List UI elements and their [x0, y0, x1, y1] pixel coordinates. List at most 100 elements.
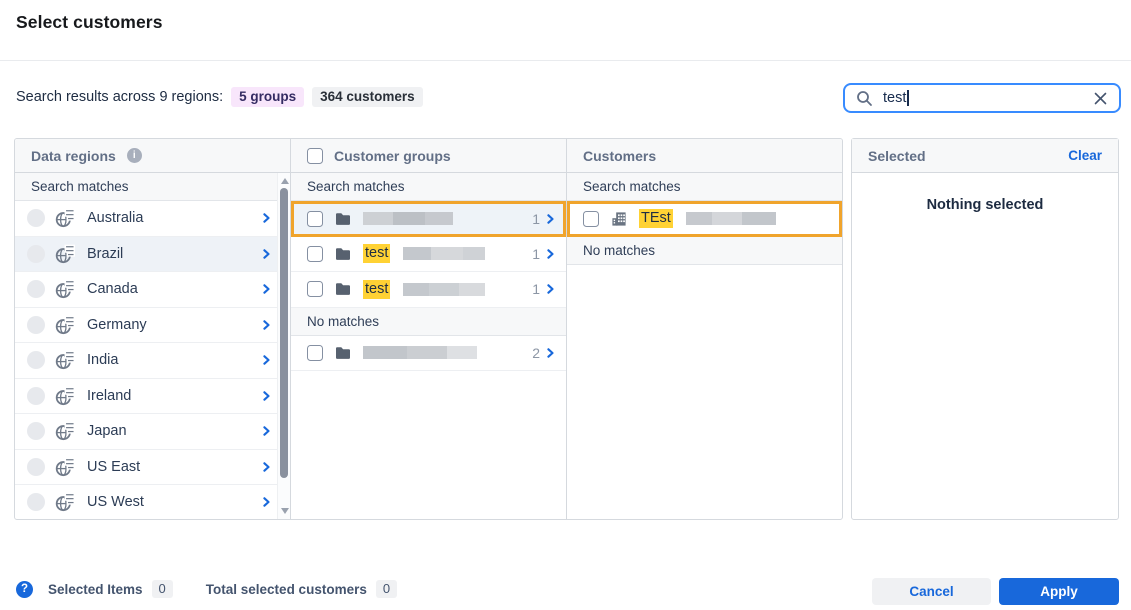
selected-items-count-badge: 0	[152, 580, 173, 598]
group-row[interactable]: 1	[291, 201, 566, 237]
region-radio[interactable]	[27, 387, 45, 405]
regions-subheader-label: Search matches	[15, 173, 290, 201]
info-icon[interactable]: i	[127, 148, 142, 163]
child-count: 1	[532, 246, 540, 262]
apply-button[interactable]: Apply	[999, 578, 1119, 605]
globe-icon	[55, 244, 75, 264]
customers-header: Customers	[567, 139, 842, 173]
globe-icon	[55, 279, 75, 299]
globe-icon	[55, 421, 75, 441]
region-label: Japan	[87, 423, 127, 439]
page-title: Select customers	[16, 12, 163, 33]
section-label: Search matches	[567, 173, 842, 201]
region-row[interactable]: Australia	[15, 201, 290, 237]
empty-selection-text: Nothing selected	[852, 197, 1118, 213]
row-checkbox[interactable]	[583, 211, 599, 227]
search-summary-label: Search results across 9 regions:	[16, 89, 223, 105]
child-count: 1	[532, 211, 540, 227]
chevron-right-icon[interactable]	[547, 284, 554, 294]
row-checkbox[interactable]	[307, 246, 323, 262]
regions-list: Australia Brazil Canada Germany India Ireland…	[15, 201, 290, 520]
text-cursor	[907, 90, 909, 106]
customer-groups-title: Customer groups	[334, 148, 451, 164]
row-checkbox[interactable]	[307, 281, 323, 297]
scrollbar-thumb[interactable]	[280, 188, 288, 478]
row-checkbox[interactable]	[307, 345, 323, 361]
region-radio[interactable]	[27, 422, 45, 440]
groups-sections: Search matches1test1test1No matches2	[291, 173, 566, 371]
row-checkbox[interactable]	[307, 211, 323, 227]
chevron-right-icon[interactable]	[263, 426, 270, 436]
chevron-right-icon[interactable]	[547, 348, 554, 358]
regions-scrollbar[interactable]	[277, 173, 290, 519]
data-regions-column: Data regions i Search matches AustraliaB…	[15, 139, 291, 519]
chevron-right-icon[interactable]	[263, 391, 270, 401]
search-input[interactable]: test	[883, 90, 906, 106]
chevron-right-icon[interactable]	[547, 249, 554, 259]
search-match-text: test	[363, 244, 390, 263]
group-row[interactable]: 2	[291, 336, 566, 372]
redacted-text	[403, 283, 485, 296]
help-icon[interactable]: ?	[16, 581, 33, 598]
globe-icon	[55, 315, 75, 335]
selected-panel-header: Selected Clear	[852, 139, 1118, 173]
group-row[interactable]: test1	[291, 272, 566, 308]
total-customers-label: Total selected customers	[206, 582, 367, 597]
chevron-right-icon[interactable]	[263, 249, 270, 259]
region-row[interactable]: Canada	[15, 272, 290, 308]
search-summary: Search results across 9 regions: 5 group…	[16, 85, 423, 109]
region-row[interactable]: India	[15, 343, 290, 379]
redacted-text	[403, 247, 485, 260]
chevron-right-icon[interactable]	[263, 497, 270, 507]
region-radio[interactable]	[27, 458, 45, 476]
region-radio[interactable]	[27, 280, 45, 298]
region-label: Canada	[87, 281, 138, 297]
select-all-groups-checkbox[interactable]	[307, 148, 323, 164]
region-label: Ireland	[87, 388, 131, 404]
group-row[interactable]: test 1	[291, 237, 566, 273]
region-row[interactable]: US East	[15, 450, 290, 486]
selected-panel: Selected Clear Nothing selected	[851, 138, 1119, 520]
chevron-right-icon[interactable]	[263, 355, 270, 365]
scroll-down-arrow-icon[interactable]	[281, 508, 289, 514]
region-row[interactable]: Japan	[15, 414, 290, 450]
region-row[interactable]: US West	[15, 485, 290, 520]
customer-groups-column: Customer groups Search matches1test1test…	[291, 139, 567, 519]
chevron-right-icon[interactable]	[263, 320, 270, 330]
scroll-up-arrow-icon[interactable]	[281, 178, 289, 184]
customers-title: Customers	[583, 148, 656, 164]
search-match-text: TEst	[639, 209, 673, 228]
region-label: Australia	[87, 210, 143, 226]
region-row[interactable]: Ireland	[15, 379, 290, 415]
region-radio[interactable]	[27, 351, 45, 369]
folder-icon	[334, 210, 352, 228]
search-icon	[856, 90, 873, 107]
folder-icon	[334, 344, 352, 362]
region-radio[interactable]	[27, 245, 45, 263]
customer-row[interactable]: TEst	[567, 201, 842, 237]
redacted-text	[363, 346, 477, 359]
globe-icon	[55, 386, 75, 406]
chevron-right-icon[interactable]	[263, 284, 270, 294]
chevron-right-icon[interactable]	[263, 213, 270, 223]
region-radio[interactable]	[27, 493, 45, 511]
clear-search-icon[interactable]	[1093, 91, 1108, 106]
building-icon	[610, 210, 628, 228]
region-label: US West	[87, 494, 144, 510]
section-label: No matches	[567, 237, 842, 265]
customer-groups-header: Customer groups	[291, 139, 566, 173]
region-radio[interactable]	[27, 316, 45, 334]
region-radio[interactable]	[27, 209, 45, 227]
search-box[interactable]: test	[843, 83, 1121, 113]
region-label: India	[87, 352, 118, 368]
region-row[interactable]: Brazil	[15, 237, 290, 273]
selected-title: Selected	[868, 148, 926, 164]
globe-icon	[55, 350, 75, 370]
region-row[interactable]: Germany	[15, 308, 290, 344]
chevron-right-icon[interactable]	[547, 214, 554, 224]
globe-icon	[55, 492, 75, 512]
chevron-right-icon[interactable]	[263, 462, 270, 472]
cancel-button[interactable]: Cancel	[872, 578, 991, 605]
clear-selection-link[interactable]: Clear	[1068, 148, 1102, 163]
globe-icon	[55, 208, 75, 228]
